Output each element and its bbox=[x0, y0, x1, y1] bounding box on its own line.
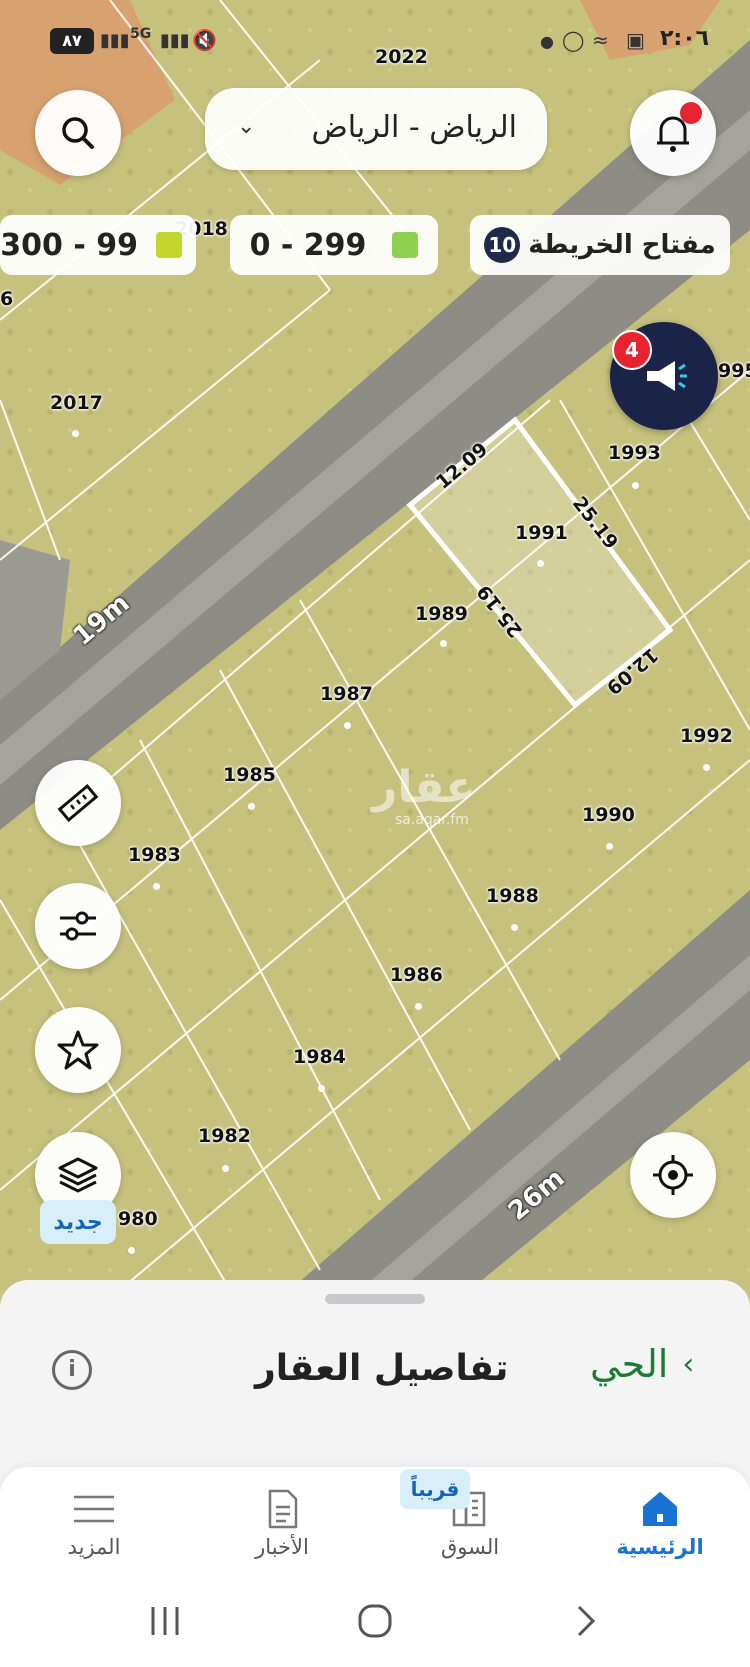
news-icon bbox=[268, 1489, 298, 1529]
plot-label[interactable]: 2017 bbox=[50, 392, 103, 414]
location-label: الرياض - الرياض bbox=[311, 110, 517, 145]
announcements-count-badge: 4 bbox=[612, 330, 652, 370]
system-navigation-bar bbox=[0, 1587, 750, 1667]
plot-label[interactable]: 1992 bbox=[680, 725, 733, 747]
whatsapp-icon: ◯ bbox=[562, 28, 585, 52]
home-system-icon[interactable] bbox=[355, 1601, 395, 1641]
plot-label[interactable]: 1988 bbox=[486, 885, 539, 907]
crosshair-icon bbox=[653, 1155, 693, 1195]
home-icon bbox=[643, 1492, 677, 1526]
map-key-button[interactable]: 10 مفتاح الخريطة bbox=[470, 215, 730, 275]
chevron-down-icon: ⌄ bbox=[237, 114, 256, 139]
neighborhood-label: الحي bbox=[590, 1342, 669, 1386]
recent-apps-icon[interactable] bbox=[145, 1601, 185, 1641]
nav-news[interactable]: الأخبار bbox=[212, 1467, 352, 1577]
new-badge: جديد bbox=[40, 1200, 116, 1244]
plot-label[interactable]: 1987 bbox=[320, 683, 373, 705]
plot-label[interactable]: 2022 bbox=[375, 46, 428, 68]
legend-color-swatch bbox=[392, 232, 419, 258]
nav-home-label: الرئيسية bbox=[616, 1535, 704, 1559]
nav-news-label: الأخبار bbox=[255, 1535, 309, 1559]
bottom-navigation: الرئيسية قريباً السوق الأخبار المزيد bbox=[0, 1467, 750, 1587]
map-view[interactable]: 2022 2018 2017 995 1993 1991 1989 1987 1… bbox=[0, 0, 750, 1290]
plot-label[interactable]: 6 bbox=[0, 288, 13, 310]
menu-icon bbox=[74, 1495, 114, 1523]
legend-range-label: 0 - 299 bbox=[249, 227, 367, 263]
sliders-icon bbox=[60, 911, 96, 941]
market-soon-badge: قريباً bbox=[400, 1469, 470, 1509]
nav-market[interactable]: قريباً السوق bbox=[400, 1467, 540, 1577]
plot-label[interactable]: 980 bbox=[118, 1208, 158, 1230]
watermark-logo: عقار bbox=[372, 762, 476, 813]
nav-home[interactable]: الرئيسية bbox=[590, 1467, 730, 1577]
filters-button[interactable] bbox=[35, 883, 121, 969]
plot-label[interactable]: 1991 bbox=[515, 522, 568, 544]
notification-dot-icon: ● bbox=[540, 32, 554, 51]
map-canvas[interactable] bbox=[0, 0, 750, 1290]
plot-label[interactable]: 1986 bbox=[390, 964, 443, 986]
nav-more[interactable]: المزيد bbox=[24, 1467, 164, 1577]
plot-label[interactable]: 1983 bbox=[128, 844, 181, 866]
info-icon[interactable]: i bbox=[52, 1350, 92, 1390]
chevron-left-icon: ‹ bbox=[682, 1346, 695, 1382]
sheet-drag-handle[interactable] bbox=[325, 1294, 425, 1304]
ruler-icon bbox=[57, 783, 99, 823]
mute-icon: 🔇 bbox=[192, 28, 217, 52]
legend-range-item[interactable]: 0 - 299 bbox=[230, 215, 438, 275]
battery-indicator: ٨٧ bbox=[50, 28, 94, 54]
network-label: 5G bbox=[130, 26, 152, 42]
notifications-button[interactable] bbox=[630, 90, 716, 176]
watermark-url: sa.aqar.fm bbox=[395, 812, 469, 828]
legend-range-item[interactable]: 300 - 99 bbox=[0, 215, 196, 275]
favorites-button[interactable] bbox=[35, 1007, 121, 1093]
legend-title: مفتاح الخريطة bbox=[528, 230, 716, 260]
star-icon bbox=[57, 1030, 99, 1070]
plot-label[interactable]: 1984 bbox=[293, 1046, 346, 1068]
layers-icon bbox=[58, 1157, 98, 1193]
legend-range-label: 300 - 99 bbox=[0, 227, 138, 263]
signal-icon: ▮▮▮ bbox=[100, 30, 130, 51]
search-button[interactable] bbox=[35, 90, 121, 176]
nav-more-label: المزيد bbox=[67, 1535, 121, 1559]
neighborhood-link[interactable]: الحي ‹ bbox=[590, 1342, 694, 1386]
search-icon bbox=[62, 117, 94, 149]
legend-count-badge: 10 bbox=[484, 227, 521, 263]
plot-label[interactable]: 995 bbox=[718, 360, 750, 382]
sheet-title: تفاصيل العقار bbox=[255, 1348, 509, 1389]
legend-color-swatch bbox=[156, 232, 182, 258]
plot-label[interactable]: 1993 bbox=[608, 442, 661, 464]
clock: ٢:٠٦ bbox=[660, 26, 710, 51]
app-icon: ≈ bbox=[592, 28, 609, 52]
back-icon[interactable] bbox=[565, 1601, 605, 1641]
plot-label[interactable]: 1989 bbox=[415, 603, 468, 625]
notification-dot bbox=[680, 102, 702, 124]
plot-label[interactable]: 1990 bbox=[582, 804, 635, 826]
screenshot-icon: ▣ bbox=[626, 28, 645, 52]
location-selector[interactable]: ⌄ الرياض - الرياض bbox=[205, 88, 547, 170]
nav-market-label: السوق bbox=[440, 1535, 500, 1559]
my-location-button[interactable] bbox=[630, 1132, 716, 1218]
plot-label[interactable]: 1982 bbox=[198, 1125, 251, 1147]
plot-label[interactable]: 1985 bbox=[223, 764, 276, 786]
signal-icon: ▮▮▮ bbox=[160, 30, 190, 51]
measure-button[interactable] bbox=[35, 760, 121, 846]
